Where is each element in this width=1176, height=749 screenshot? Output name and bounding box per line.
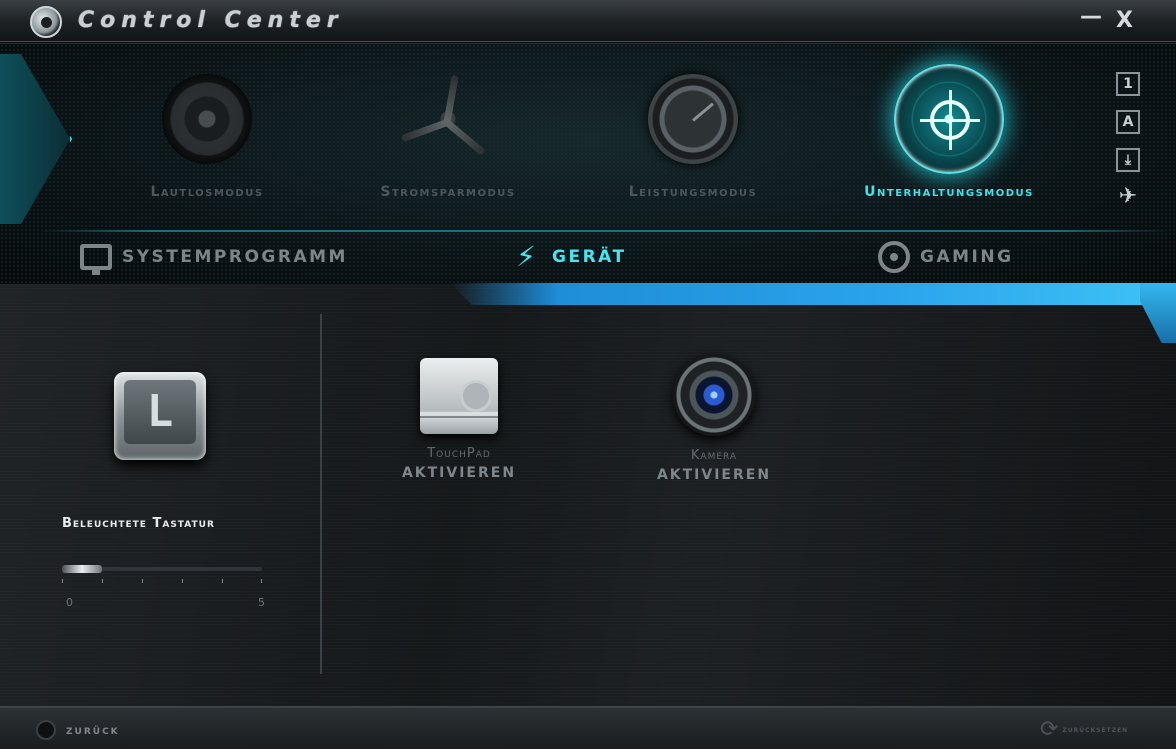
mode-label: Stromsparmodus — [380, 184, 516, 200]
back-icon — [36, 720, 56, 740]
tab-geraet[interactable]: ⚡ GERÄT — [510, 240, 627, 274]
camera-icon — [673, 354, 755, 436]
plug-icon: ⚡ — [516, 240, 536, 273]
scroll-lock-icon[interactable]: ⤓ — [1116, 148, 1140, 172]
capslock-icon[interactable]: A — [1116, 110, 1140, 134]
close-button[interactable]: X — [1116, 8, 1133, 33]
key-letter: L — [146, 386, 174, 437]
keyboard-panel: L Beleuchtete Tastatur 0 5 — [0, 284, 320, 706]
tab-gaming[interactable]: GAMING — [878, 240, 1014, 274]
steering-wheel-icon — [878, 241, 910, 273]
reset-icon: ⟳ — [1040, 717, 1059, 742]
fan-icon — [400, 74, 493, 164]
tab-systemprogramm[interactable]: SYSTEMPROGRAMM — [80, 240, 348, 275]
back-button[interactable]: zurück — [36, 720, 120, 740]
mode-label: Unterhaltungsmodus — [864, 184, 1034, 200]
tab-label: GAMING — [920, 247, 1014, 267]
gauge-icon — [648, 74, 738, 164]
status-icons: 1 A ⤓ ✈ — [1116, 72, 1142, 224]
device-action: AKTIVIEREN — [401, 465, 517, 481]
divider — [40, 230, 1170, 232]
numlock-icon[interactable]: 1 — [1116, 72, 1140, 96]
divider — [320, 314, 322, 674]
minimize-button[interactable]: — — [1080, 4, 1102, 29]
mode-label: Lautlosmodus — [150, 184, 264, 200]
slider-ticks — [62, 579, 262, 585]
slider-min-label: 0 — [66, 596, 73, 609]
device-action: AKTIVIEREN — [656, 467, 772, 483]
device-name: TouchPad — [427, 446, 491, 461]
keyboard-key-icon: L — [114, 372, 206, 460]
touchpad-icon — [420, 358, 498, 434]
device-panel: L Beleuchtete Tastatur 0 5 TouchPad AKTI… — [0, 284, 1176, 706]
mode-unterhaltung[interactable]: Unterhaltungsmodus — [834, 64, 1064, 200]
slider-max-label: 5 — [258, 596, 265, 609]
touchpad-toggle[interactable]: TouchPad AKTIVIEREN — [359, 358, 559, 481]
monitor-icon — [80, 244, 112, 275]
mode-lautlos[interactable]: Lautlosmodus — [92, 74, 322, 200]
airplane-mode-icon[interactable]: ✈ — [1116, 186, 1140, 210]
footer: zurück ⟳ zurücksetzen — [0, 706, 1176, 749]
app-title: Control Center — [78, 8, 344, 33]
keyboard-backlight-label: Beleuchtete Tastatur — [62, 516, 215, 531]
speaker-icon — [162, 74, 252, 164]
reset-label: zurücksetzen — [1062, 725, 1129, 735]
device-name: Kamera — [690, 448, 738, 463]
mode-stromspar[interactable]: Stromsparmodus — [333, 74, 563, 200]
camera-toggle[interactable]: Kamera AKTIVIEREN — [614, 354, 814, 483]
target-icon — [894, 64, 1004, 174]
title-bar: Control Center — X — [0, 0, 1176, 42]
tab-label: GERÄT — [552, 247, 627, 267]
mode-leistung[interactable]: Leistungsmodus — [578, 74, 808, 200]
tab-label: SYSTEMPROGRAMM — [122, 247, 348, 267]
back-label: zurück — [66, 722, 120, 738]
reset-button[interactable]: ⟳ zurücksetzen — [1040, 717, 1129, 742]
backlight-slider[interactable] — [62, 564, 262, 574]
app-logo-icon — [30, 6, 62, 38]
mode-label: Leistungsmodus — [628, 184, 758, 200]
mode-header: Lautlosmodus Stromsparmodus Leistungsmod… — [0, 43, 1176, 283]
accent-bar — [450, 283, 1176, 305]
